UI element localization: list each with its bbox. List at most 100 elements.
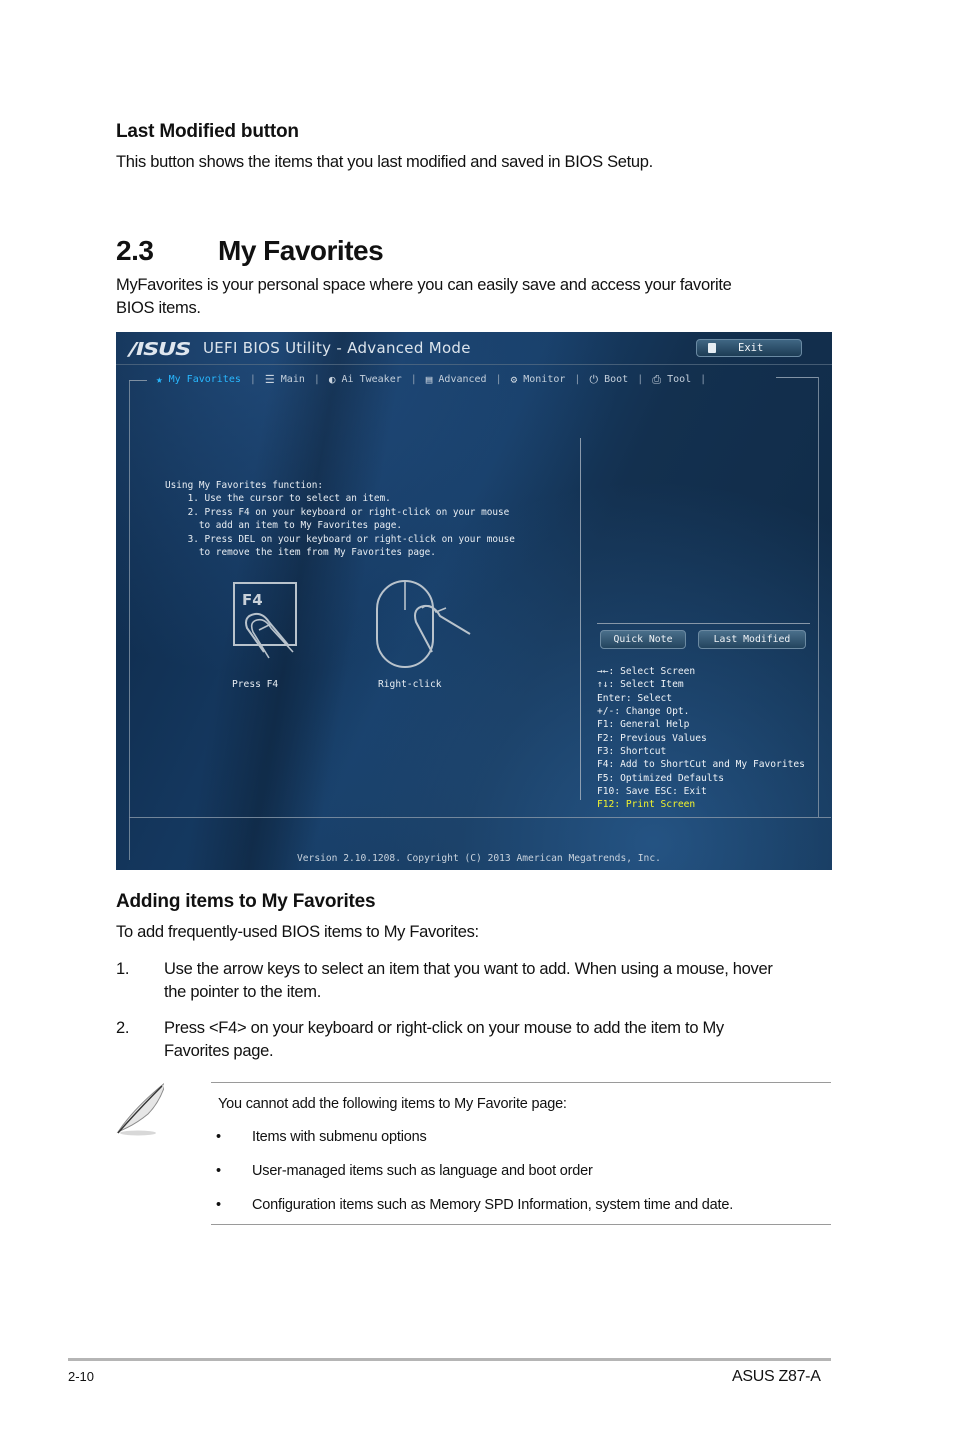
help-divider xyxy=(597,623,810,624)
hotkey-line: F2: Previous Values xyxy=(597,732,707,744)
step-1-number: 1. xyxy=(116,960,130,978)
adding-heading: Adding items to My Favorites xyxy=(116,891,376,912)
nav-tab-advanced[interactable]: ▤ Advanced xyxy=(426,373,487,386)
hotkey-line: ↑↓: Select Item xyxy=(597,679,684,691)
hotkey-line: +/-: Change Opt. xyxy=(597,706,690,718)
title-separator xyxy=(116,364,832,365)
frame-line xyxy=(818,377,819,817)
nav-tab-main[interactable]: ☰ Main xyxy=(265,373,305,386)
note-top-rule xyxy=(211,1082,831,1083)
nav-separator: | xyxy=(410,374,417,385)
exit-button[interactable]: Exit xyxy=(696,339,802,357)
right-click-illustration xyxy=(376,580,471,668)
bios-nav-tabs: ★ My Favorites | ☰ Main | ◐ Ai Tweaker | ▤ Advance… xyxy=(156,372,715,387)
bios-title-bar: /ISUS UEFI BIOS Utility - Advanced Mode … xyxy=(116,332,832,364)
fingernail xyxy=(258,623,272,631)
nav-tab-label: Monitor xyxy=(523,374,566,385)
note-bottom-rule xyxy=(211,1224,831,1225)
list-icon: ☰ xyxy=(264,373,275,386)
printer-tool-icon: ⎙ xyxy=(652,372,662,386)
nav-tab-my-favorites[interactable]: ★ My Favorites xyxy=(156,373,241,386)
asus-logo: /ISUS xyxy=(129,339,191,360)
step-1-line-1: Use the arrow keys to select an item tha… xyxy=(164,960,773,978)
frame-line xyxy=(129,817,831,818)
nav-separator: | xyxy=(637,374,644,385)
note-bullet: • xyxy=(216,1163,221,1179)
nav-tab-tool[interactable]: ⎙ Tool xyxy=(652,373,691,387)
note-lead: You cannot add the following items to My… xyxy=(218,1096,567,1112)
hotkey-line: F3: Shortcut xyxy=(597,746,667,758)
nav-separator: | xyxy=(574,374,581,385)
hotkey-line: F5: Optimized Defaults xyxy=(597,772,725,784)
instruction-line: 3. Press DEL on your keyboard or right-c… xyxy=(165,533,515,545)
finger-outline xyxy=(245,612,290,653)
nav-tab-ai-tweaker[interactable]: ◐ Ai Tweaker xyxy=(329,373,402,386)
bios-screenshot: /ISUS UEFI BIOS Utility - Advanced Mode … xyxy=(116,332,832,870)
hotkey-line: →←: Select Screen xyxy=(597,666,696,677)
feather-pen-icon xyxy=(116,1083,164,1136)
monitor-icon: ⚙ xyxy=(510,373,518,386)
instruction-line: to remove the item from My Favorites pag… xyxy=(165,547,436,559)
instruction-line: to add an item to My Favorites page. xyxy=(165,520,403,532)
tweaker-icon: ◐ xyxy=(328,373,336,386)
nav-tab-label: Ai Tweaker xyxy=(341,374,402,385)
intro-line-1: MyFavorites is your personal space where… xyxy=(116,276,732,294)
step-1-line-2: the pointer to the item. xyxy=(164,983,321,1001)
note-item: Configuration items such as Memory SPD I… xyxy=(252,1197,734,1213)
note-item: Items with submenu options xyxy=(252,1129,427,1145)
advanced-icon: ▤ xyxy=(425,373,433,386)
instruction-line: 1. Use the cursor to select an item. xyxy=(165,493,391,505)
instruction-line: Using My Favorites function: xyxy=(165,480,324,491)
power-icon: ⏻ xyxy=(589,372,599,386)
footer-rule xyxy=(68,1358,831,1361)
bios-title: UEFI BIOS Utility - Advanced Mode xyxy=(203,339,471,357)
step-2-line-2: Favorites page. xyxy=(164,1042,274,1060)
step-2-number: 2. xyxy=(116,1019,130,1037)
section-number: 2.3 xyxy=(116,235,154,266)
nav-separator: | xyxy=(700,374,707,385)
nav-tab-label: Tool xyxy=(667,374,692,385)
exit-label: Exit xyxy=(738,342,764,354)
nav-tab-label: Boot xyxy=(604,374,629,385)
nav-tab-monitor[interactable]: ⚙ Monitor xyxy=(511,373,566,386)
page-number: 2-10 xyxy=(68,1369,95,1384)
press-f4-illustration: F4 xyxy=(233,582,297,659)
product-name: ASUS Z87-A xyxy=(732,1368,821,1385)
nav-separator: | xyxy=(313,374,320,385)
last-modified-description: This button shows the items that you las… xyxy=(116,153,653,171)
hotkey-legend: →←: Select Screen ↑↓: Select Item Enter: S… xyxy=(597,665,805,812)
instruction-line: 2. Press F4 on your keyboard or right-cl… xyxy=(165,506,510,518)
nav-tab-boot[interactable]: ⏻ Boot xyxy=(589,373,628,387)
nav-tab-label: Advanced xyxy=(438,374,487,385)
star-icon: ★ xyxy=(156,373,163,386)
hotkey-print-screen: F12: Print Screen xyxy=(597,799,696,811)
right-click-label: Right-click xyxy=(378,679,442,690)
note-item: User-managed items such as language and … xyxy=(252,1163,593,1179)
step-2-line-1: Press <F4> on your keyboard or right-cli… xyxy=(164,1019,724,1037)
last-modified-button[interactable]: Last Modified xyxy=(698,630,806,649)
note-bullet: • xyxy=(216,1129,221,1145)
section-title: My Favorites xyxy=(218,235,384,266)
quick-note-button[interactable]: Quick Note xyxy=(600,630,686,649)
favorites-instructions: Using My Favorites function: 1. Use the … xyxy=(165,479,515,559)
nav-tab-label: Main xyxy=(280,374,305,385)
last-modified-heading: Last Modified button xyxy=(116,121,299,142)
frame-line xyxy=(776,377,818,378)
note-bullet: • xyxy=(216,1197,221,1213)
frame-line xyxy=(129,380,130,860)
hotkey-line: F10: Save ESC: Exit xyxy=(597,786,707,798)
panel-divider xyxy=(580,438,581,800)
hotkey-line: F1: General Help xyxy=(597,719,690,731)
nav-separator: | xyxy=(495,374,502,385)
exit-door-icon xyxy=(708,343,716,353)
frame-line xyxy=(129,380,147,381)
bios-version: Version 2.10.1208. Copyright (C) 2013 Am… xyxy=(297,853,661,864)
nav-tab-label: My Favorites xyxy=(168,374,241,385)
finger-outline xyxy=(414,604,471,653)
hotkey-line: Enter: Select xyxy=(597,692,673,704)
nav-separator: | xyxy=(249,374,256,385)
intro-line-2: BIOS items. xyxy=(116,299,201,317)
keycap-label: F4 xyxy=(242,591,263,609)
hotkey-line: F4: Add to ShortCut and My Favorites xyxy=(597,759,805,771)
adding-lead: To add frequently-used BIOS items to My … xyxy=(116,923,479,941)
